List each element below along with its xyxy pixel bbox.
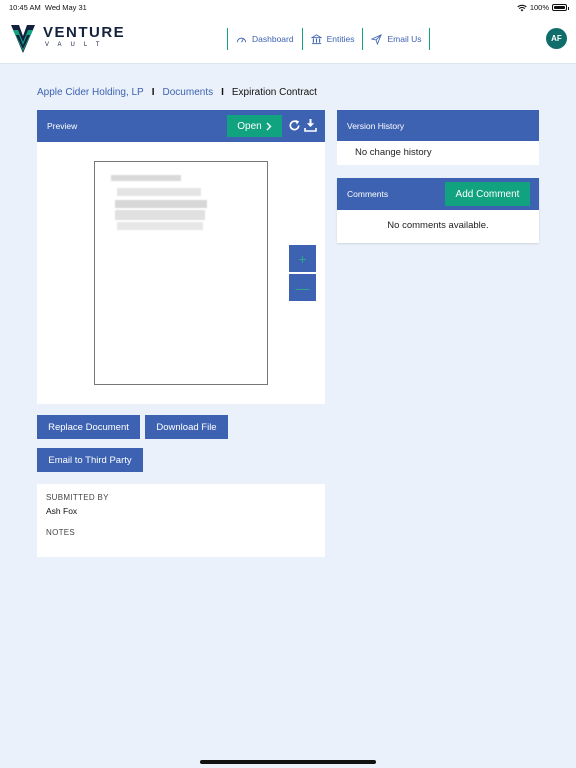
breadcrumb-current: Expiration Contract — [231, 87, 317, 98]
top-navbar: VENTURE VAULT Dashboard Entities Email U… — [0, 14, 576, 64]
breadcrumb-separator: I — [221, 87, 224, 98]
version-history-title: Version History — [347, 120, 405, 131]
preview-header: Preview Open — [37, 110, 325, 142]
redacted-text — [117, 188, 201, 196]
nav-links: Dashboard Entities Email Us — [227, 28, 431, 50]
open-button-label: Open — [237, 120, 262, 132]
zoom-out-button[interactable]: — — [289, 274, 316, 301]
zoom-in-label: + — [298, 250, 307, 267]
document-preview[interactable] — [94, 161, 268, 385]
battery-percent: 100% — [529, 3, 549, 12]
brand-name: VENTURE — [43, 24, 126, 41]
refresh-icon[interactable] — [288, 119, 301, 132]
download-icon[interactable] — [304, 118, 317, 132]
add-comment-button[interactable]: Add Comment — [445, 182, 530, 206]
download-file-button[interactable]: Download File — [145, 415, 228, 439]
battery-icon — [552, 4, 569, 11]
wifi-icon — [517, 4, 527, 11]
brand-logo[interactable]: VENTURE VAULT — [10, 22, 130, 56]
time-text: 10:45 AM — [9, 3, 41, 12]
date-text: Wed May 31 — [44, 3, 87, 12]
nav-dashboard[interactable]: Dashboard — [227, 28, 302, 50]
chevron-right-icon — [266, 122, 272, 130]
status-time: 10:45 AM Wed May 31 — [9, 3, 87, 12]
breadcrumb: Apple Cider Holding, LP I Documents I Ex… — [37, 87, 317, 98]
replace-document-label: Replace Document — [48, 421, 129, 433]
nav-dashboard-label: Dashboard — [252, 34, 294, 44]
comments-empty: No comments available. — [387, 220, 489, 231]
version-history-empty: No change history — [355, 147, 432, 158]
redacted-text — [115, 200, 207, 208]
gauge-icon — [236, 37, 247, 42]
comments-card: Comments Add Comment No comments availab… — [337, 178, 539, 243]
nav-entities-label: Entities — [326, 34, 355, 44]
nav-entities[interactable]: Entities — [301, 28, 363, 50]
redacted-text — [117, 222, 203, 230]
nav-email-us[interactable]: Email Us — [362, 28, 431, 50]
brand-sub: VAULT — [45, 42, 109, 48]
paper-plane-icon — [371, 33, 383, 45]
open-button[interactable]: Open — [227, 115, 282, 137]
status-right: 100% — [517, 3, 569, 12]
zoom-in-button[interactable]: + — [289, 245, 316, 272]
redacted-text — [111, 175, 181, 181]
redacted-text — [115, 210, 205, 220]
version-history-card: Version History No change history — [337, 110, 539, 165]
email-third-party-label: Email to Third Party — [48, 454, 132, 466]
download-file-label: Download File — [156, 421, 217, 433]
breadcrumb-documents[interactable]: Documents — [163, 87, 214, 98]
submitted-by-value: Ash Fox — [46, 506, 78, 516]
zoom-out-label: — — [295, 279, 310, 296]
breadcrumb-separator: I — [151, 87, 155, 98]
chevron-logo-icon — [11, 25, 35, 53]
preview-title: Preview — [47, 121, 78, 131]
version-history-header: Version History — [337, 110, 539, 141]
breadcrumb-entity[interactable]: Apple Cider Holding, LP — [37, 87, 144, 98]
replace-document-button[interactable]: Replace Document — [37, 415, 140, 439]
email-third-party-button[interactable]: Email to Third Party — [37, 448, 143, 472]
nav-email-us-label: Email Us — [387, 34, 422, 44]
home-indicator[interactable] — [200, 760, 376, 764]
details-card: SUBMITTED BY Ash Fox NOTES — [37, 484, 325, 557]
preview-card: Preview Open + — — [37, 110, 325, 404]
notes-label: NOTES — [46, 528, 76, 537]
comments-header: Comments Add Comment — [337, 178, 539, 210]
bank-icon — [310, 33, 322, 44]
add-comment-label: Add Comment — [455, 188, 520, 200]
submitted-by-label: SUBMITTED BY — [46, 493, 109, 502]
comments-title: Comments — [347, 189, 389, 199]
status-bar: 10:45 AM Wed May 31 100% — [0, 0, 576, 14]
user-avatar[interactable]: AF — [546, 28, 567, 49]
